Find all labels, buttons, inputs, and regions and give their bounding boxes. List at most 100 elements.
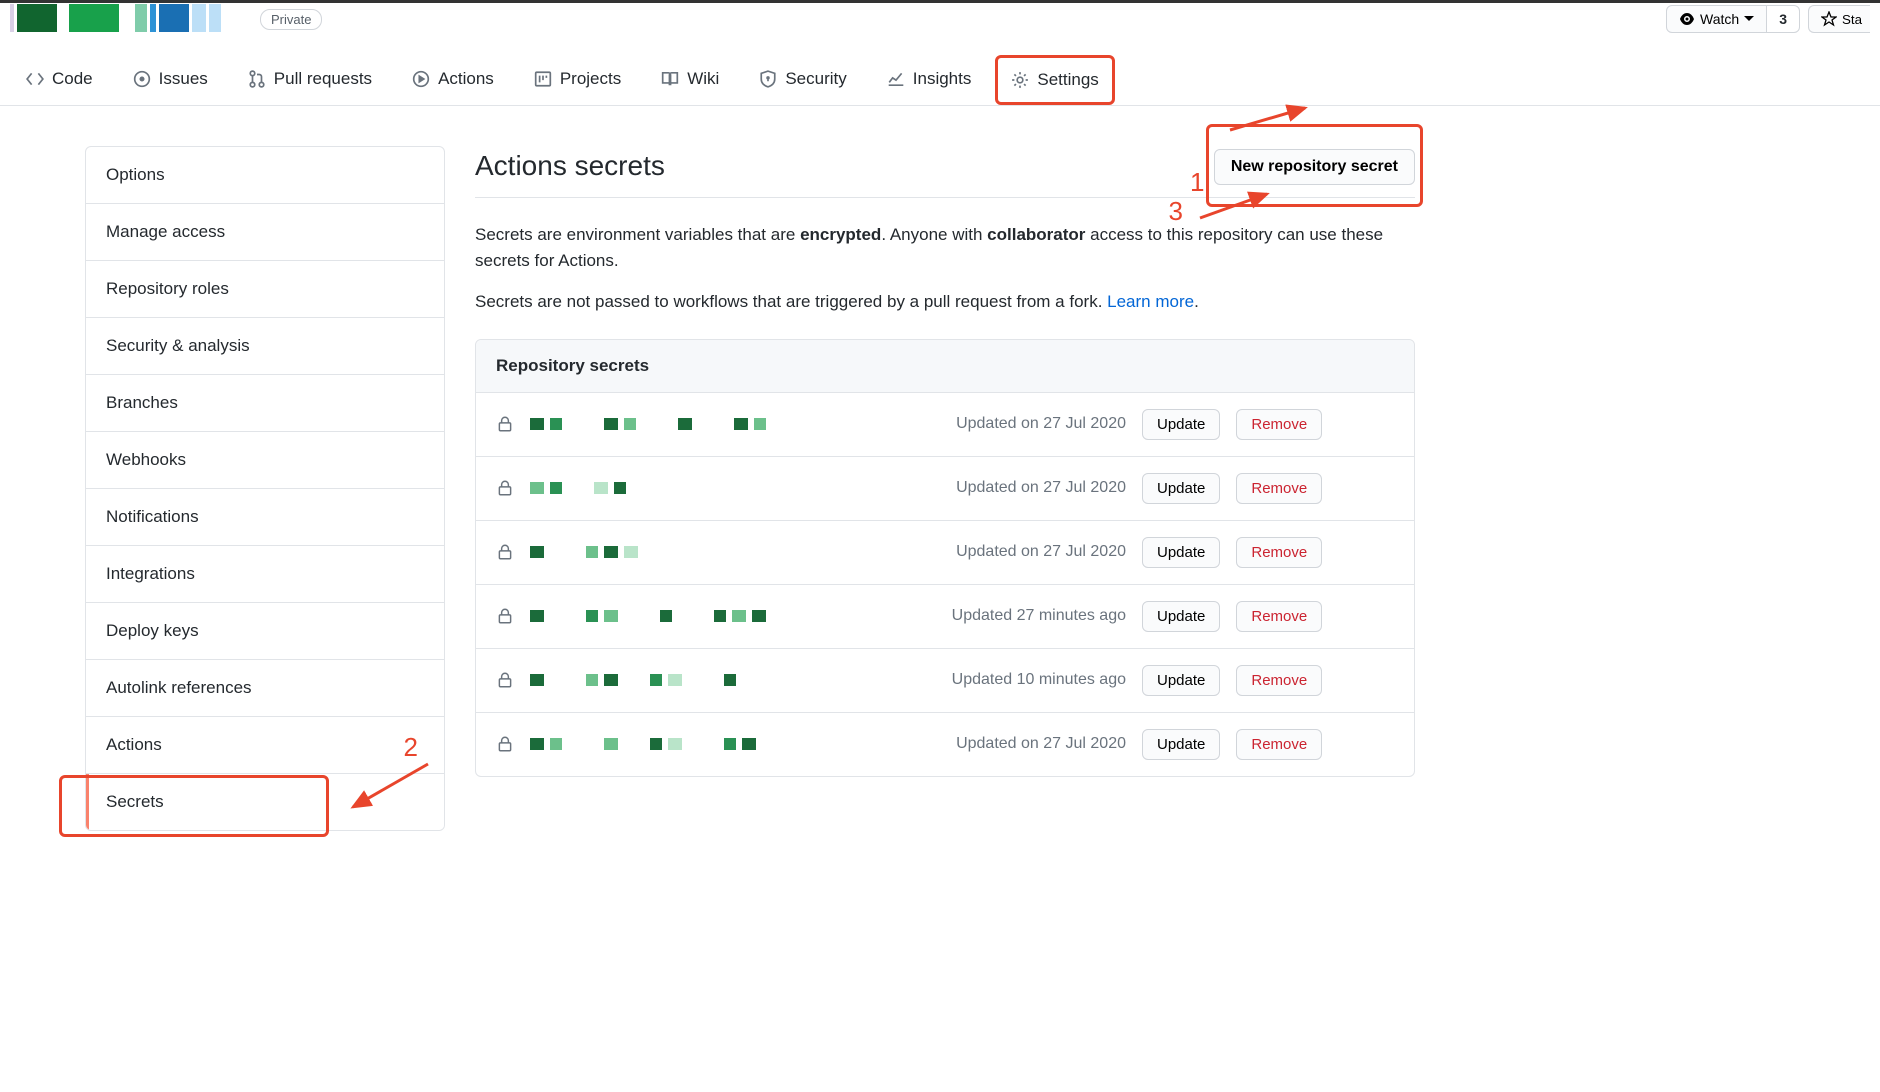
page-title: Actions secrets xyxy=(475,150,665,182)
tab-wiki[interactable]: Wiki xyxy=(645,55,735,105)
secret-name-redacted xyxy=(530,546,870,558)
star-label: Sta xyxy=(1842,12,1862,27)
lock-icon xyxy=(496,671,514,689)
sidebar-item-deploy-keys[interactable]: Deploy keys xyxy=(86,603,444,660)
book-icon xyxy=(661,70,679,88)
sidebar-item-notifications[interactable]: Notifications xyxy=(86,489,444,546)
sidebar-item-label: Branches xyxy=(106,393,178,412)
tab-projects[interactable]: Projects xyxy=(518,55,637,105)
tab-label: Projects xyxy=(560,69,621,89)
sidebar-item-webhooks[interactable]: Webhooks xyxy=(86,432,444,489)
sidebar-item-manage-access[interactable]: Manage access xyxy=(86,204,444,261)
update-button[interactable]: Update xyxy=(1142,473,1220,504)
watch-button[interactable]: Watch xyxy=(1666,5,1767,33)
sidebar-item-label: Security & analysis xyxy=(106,336,250,355)
secret-row: Updated on 27 Jul 2020 Update Remove xyxy=(476,457,1414,521)
sidebar-item-actions[interactable]: Actions xyxy=(86,717,444,774)
secret-updated: Updated on 27 Jul 2020 xyxy=(886,735,1126,753)
page-title-row: Actions secrets New repository secret xyxy=(475,146,1415,198)
tab-settings[interactable]: Settings xyxy=(995,55,1114,105)
sidebar-item-label: Notifications xyxy=(106,507,199,526)
tab-actions[interactable]: Actions xyxy=(396,55,510,105)
update-button[interactable]: Update xyxy=(1142,601,1220,632)
issue-icon xyxy=(133,70,151,88)
sidebar-item-label: Options xyxy=(106,165,165,184)
remove-button[interactable]: Remove xyxy=(1236,409,1322,440)
sidebar-item-label: Actions xyxy=(106,735,162,754)
lock-icon xyxy=(496,479,514,497)
lock-icon xyxy=(496,543,514,561)
sidebar-item-integrations[interactable]: Integrations xyxy=(86,546,444,603)
sidebar-item-secrets[interactable]: Secrets xyxy=(86,774,444,830)
sidebar-item-label: Secrets xyxy=(106,792,164,811)
sidebar-item-repository-roles[interactable]: Repository roles xyxy=(86,261,444,318)
gear-icon xyxy=(1011,71,1029,89)
private-badge: Private xyxy=(260,9,322,30)
sidebar-item-label: Autolink references xyxy=(106,678,252,697)
update-button[interactable]: Update xyxy=(1142,409,1220,440)
chevron-down-icon xyxy=(1744,16,1754,22)
watch-count[interactable]: 3 xyxy=(1767,5,1800,33)
tab-label: Insights xyxy=(913,69,972,89)
repository-secrets-header: Repository secrets xyxy=(476,340,1414,393)
main-content: Actions secrets New repository secret 3 … xyxy=(475,146,1415,777)
new-repository-secret-button[interactable]: New repository secret xyxy=(1214,149,1415,185)
secret-row: Updated on 27 Jul 2020 Update Remove xyxy=(476,713,1414,776)
secrets-description-1: Secrets are environment variables that a… xyxy=(475,222,1415,273)
board-icon xyxy=(534,70,552,88)
repository-secrets-box: Repository secrets Updated on 27 Jul 202… xyxy=(475,339,1415,777)
secret-updated: Updated on 27 Jul 2020 xyxy=(886,415,1126,433)
remove-button[interactable]: Remove xyxy=(1236,729,1322,760)
secret-row: Updated on 27 Jul 2020 Update Remove xyxy=(476,393,1414,457)
secret-updated: Updated on 27 Jul 2020 xyxy=(886,479,1126,497)
secret-updated: Updated 10 minutes ago xyxy=(886,671,1126,689)
secret-row: Updated on 27 Jul 2020 Update Remove xyxy=(476,521,1414,585)
watch-button-group: Watch 3 xyxy=(1666,5,1800,33)
update-button[interactable]: Update xyxy=(1142,729,1220,760)
tab-label: Code xyxy=(52,69,93,89)
lock-icon xyxy=(496,607,514,625)
update-button[interactable]: Update xyxy=(1142,665,1220,696)
remove-button[interactable]: Remove xyxy=(1236,537,1322,568)
tab-label: Issues xyxy=(159,69,208,89)
secret-name-redacted xyxy=(530,482,870,494)
tab-label: Security xyxy=(785,69,846,89)
sidebar-item-label: Webhooks xyxy=(106,450,186,469)
star-button[interactable]: Sta xyxy=(1808,5,1870,33)
star-icon xyxy=(1821,11,1837,27)
update-button[interactable]: Update xyxy=(1142,537,1220,568)
sidebar-item-autolink-references[interactable]: Autolink references xyxy=(86,660,444,717)
secret-name-redacted xyxy=(530,610,870,622)
sidebar-item-options[interactable]: Options xyxy=(86,147,444,204)
sidebar-item-label: Manage access xyxy=(106,222,225,241)
remove-button[interactable]: Remove xyxy=(1236,601,1322,632)
repo-header: Private Watch 3 Sta xyxy=(0,0,1880,35)
repo-nav: Code Issues Pull requests Actions Projec… xyxy=(0,55,1880,106)
sidebar-item-security-analysis[interactable]: Security & analysis xyxy=(86,318,444,375)
sidebar-item-label: Deploy keys xyxy=(106,621,199,640)
lock-icon xyxy=(496,735,514,753)
lock-icon xyxy=(496,415,514,433)
secret-row: Updated 27 minutes ago Update Remove xyxy=(476,585,1414,649)
sidebar-item-label: Integrations xyxy=(106,564,195,583)
remove-button[interactable]: Remove xyxy=(1236,473,1322,504)
tab-code[interactable]: Code xyxy=(10,55,109,105)
secret-name-redacted xyxy=(530,418,870,430)
tab-insights[interactable]: Insights xyxy=(871,55,988,105)
remove-button[interactable]: Remove xyxy=(1236,665,1322,696)
secret-name-redacted xyxy=(530,674,870,686)
tab-label: Wiki xyxy=(687,69,719,89)
tab-label: Actions xyxy=(438,69,494,89)
watch-label: Watch xyxy=(1700,11,1739,27)
graph-icon xyxy=(887,70,905,88)
secret-updated: Updated 27 minutes ago xyxy=(886,607,1126,625)
learn-more-link[interactable]: Learn more xyxy=(1107,292,1194,311)
tab-issues[interactable]: Issues xyxy=(117,55,224,105)
secret-updated: Updated on 27 Jul 2020 xyxy=(886,543,1126,561)
secrets-description-2: Secrets are not passed to workflows that… xyxy=(475,289,1415,315)
secret-name-redacted xyxy=(530,738,870,750)
sidebar-item-branches[interactable]: Branches xyxy=(86,375,444,432)
sidebar-item-label: Repository roles xyxy=(106,279,229,298)
tab-security[interactable]: Security xyxy=(743,55,862,105)
tab-pull-requests[interactable]: Pull requests xyxy=(232,55,388,105)
